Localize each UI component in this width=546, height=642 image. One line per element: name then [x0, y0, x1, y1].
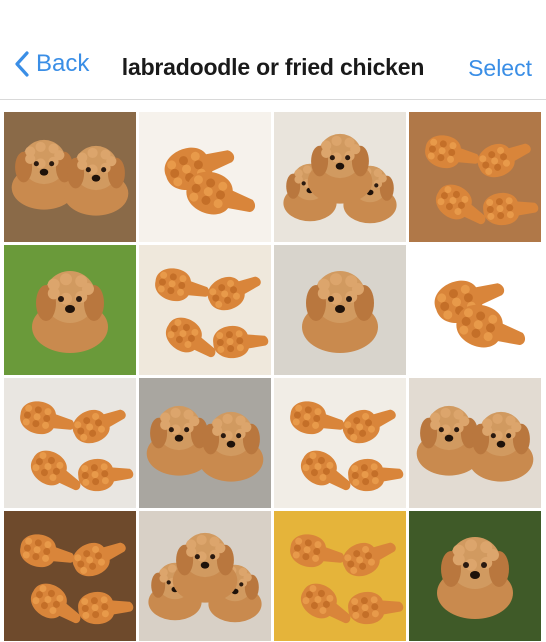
- navigation-bar: Back labradoodle or fried chicken Select: [0, 0, 546, 100]
- labradoodle-photo-tile[interactable]: [139, 378, 271, 508]
- fried-chicken-photo-tile[interactable]: [274, 511, 406, 641]
- dog-image: [4, 245, 136, 375]
- labradoodle-photo-tile[interactable]: [274, 112, 406, 242]
- chicken-image: [4, 511, 136, 641]
- chicken-image: [4, 378, 136, 508]
- chicken-image: [274, 511, 406, 641]
- dog-image: [139, 511, 271, 641]
- labradoodle-photo-tile[interactable]: [409, 511, 541, 641]
- dog-image: [409, 378, 541, 508]
- chicken-image: [139, 112, 271, 242]
- dog-image: [4, 112, 136, 242]
- chicken-image: [274, 378, 406, 508]
- fried-chicken-photo-tile[interactable]: [409, 245, 541, 375]
- fried-chicken-photo-tile[interactable]: [139, 245, 271, 375]
- dog-image: [274, 245, 406, 375]
- page-title: labradoodle or fried chicken: [121, 54, 425, 80]
- labradoodle-photo-tile[interactable]: [4, 245, 136, 375]
- fried-chicken-photo-tile[interactable]: [4, 511, 136, 641]
- labradoodle-photo-tile[interactable]: [4, 112, 136, 242]
- labradoodle-photo-tile[interactable]: [409, 378, 541, 508]
- labradoodle-photo-tile[interactable]: [274, 245, 406, 375]
- fried-chicken-photo-tile[interactable]: [139, 112, 271, 242]
- chicken-image: [139, 245, 271, 375]
- dog-image: [139, 378, 271, 508]
- photo-grid: [4, 112, 542, 642]
- fried-chicken-photo-tile[interactable]: [4, 378, 136, 508]
- labradoodle-photo-tile[interactable]: [139, 511, 271, 641]
- chicken-image: [409, 245, 541, 375]
- dog-image: [274, 112, 406, 242]
- fried-chicken-photo-tile[interactable]: [274, 378, 406, 508]
- fried-chicken-photo-tile[interactable]: [409, 112, 541, 242]
- dog-image: [409, 511, 541, 641]
- select-button[interactable]: Select: [468, 55, 532, 82]
- chicken-image: [409, 112, 541, 242]
